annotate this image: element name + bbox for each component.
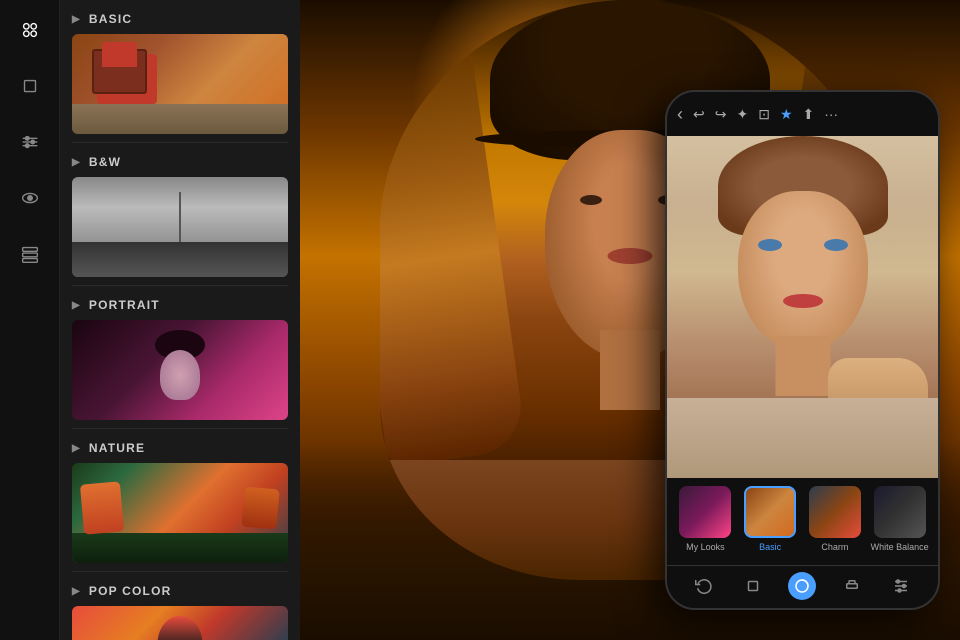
phone-adjust2-icon[interactable] (887, 572, 915, 600)
phone-preset-label-charm: Charm (821, 542, 848, 552)
phone-filter-icon[interactable] (788, 572, 816, 600)
phone-presets-row: My Looks Basic Charm White Balance (667, 478, 938, 565)
preset-nature-thumbnail[interactable] (72, 463, 288, 563)
phone-preset-thumb-wb (874, 486, 926, 538)
category-nature-header[interactable]: ▶ NATURE (72, 429, 288, 463)
phone-preset-thumb-charm (809, 486, 861, 538)
category-bw-label: B&W (89, 155, 121, 169)
category-popcolor-label: POP COLOR (89, 584, 172, 598)
phone-crop-icon[interactable] (739, 572, 767, 600)
neck (600, 330, 660, 410)
phone-preset-thumb-my-looks (679, 486, 731, 538)
phone-lips (783, 294, 823, 308)
preset-popcolor-thumbnail[interactable] (72, 606, 288, 640)
chevron-basic: ▶ (72, 14, 81, 25)
phone-photo-display (667, 136, 938, 478)
phone-face (738, 191, 868, 351)
left-sidebar (0, 0, 60, 640)
phone-preset-basic[interactable]: Basic (738, 486, 803, 561)
preset-bw-thumbnail[interactable] (72, 177, 288, 277)
phone-preset-label-basic: Basic (759, 542, 781, 552)
category-portrait-label: PORTRAIT (89, 298, 160, 312)
main-photo-area: ‹ ↩ ↪ ✦ ⊡ ★ ⬆ ··· (300, 0, 960, 640)
category-popcolor-header[interactable]: ▶ POP COLOR (72, 572, 288, 606)
chevron-popcolor: ▶ (72, 586, 81, 597)
phone-more-icon[interactable]: ··· (824, 106, 838, 122)
phone-preset-label-my-looks: My Looks (686, 542, 725, 552)
phone-neck (775, 336, 830, 396)
category-basic-label: BASIC (89, 12, 132, 26)
chevron-nature: ▶ (72, 443, 81, 454)
category-popcolor: ▶ POP COLOR (60, 572, 300, 640)
phone-preset-my-looks[interactable]: My Looks (673, 486, 738, 561)
adjust-icon[interactable] (12, 124, 48, 160)
phone-undo-icon[interactable]: ↩ (693, 106, 705, 123)
phone-preset-label-wb: White Balance (871, 542, 929, 552)
modules-icon[interactable] (12, 12, 48, 48)
phone-preset-charm[interactable]: Charm (803, 486, 868, 561)
category-portrait-header[interactable]: ▶ PORTRAIT (72, 286, 288, 320)
phone-redo-icon[interactable]: ↪ (715, 106, 727, 123)
phone-compare-icon[interactable]: ⊡ (758, 106, 770, 123)
phone-layers2-icon[interactable] (838, 572, 866, 600)
preset-portrait-thumbnail[interactable] (72, 320, 288, 420)
preset-basic-thumbnail[interactable] (72, 34, 288, 134)
layers-icon[interactable] (12, 236, 48, 272)
phone-star-icon[interactable]: ★ (780, 106, 793, 123)
eye-icon[interactable] (12, 180, 48, 216)
phone-topbar: ‹ ↩ ↪ ✦ ⊡ ★ ⬆ ··· (667, 92, 938, 136)
category-nature-label: NATURE (89, 441, 145, 455)
phone-share-icon[interactable]: ⬆ (803, 106, 815, 123)
phone-bottom-icons-row (667, 565, 938, 608)
phone-preset-thumb-basic (744, 486, 796, 538)
category-portrait: ▶ PORTRAIT (60, 286, 300, 420)
phone-rotate-icon[interactable] (690, 572, 718, 600)
category-basic: ▶ BASIC (60, 0, 300, 134)
crop-icon[interactable] (12, 68, 48, 104)
category-bw: ▶ B&W (60, 143, 300, 277)
phone-clothing (667, 398, 938, 478)
phone-preset-white-balance[interactable]: White Balance (867, 486, 932, 561)
lips (608, 248, 653, 264)
phone-bottombar: My Looks Basic Charm White Balance (667, 478, 938, 608)
chevron-portrait: ▶ (72, 300, 81, 311)
phone-back-icon[interactable]: ‹ (677, 104, 683, 125)
category-nature: ▶ NATURE (60, 429, 300, 563)
phone-eyes (758, 239, 848, 251)
chevron-bw: ▶ (72, 157, 81, 168)
preset-panel: ▶ BASIC ▶ B&W ▶ PORTRAIT (60, 0, 300, 640)
category-bw-header[interactable]: ▶ B&W (72, 143, 288, 177)
phone-magic-icon[interactable]: ✦ (736, 106, 748, 123)
phone-device: ‹ ↩ ↪ ✦ ⊡ ★ ⬆ ··· (665, 90, 940, 610)
category-basic-header[interactable]: ▶ BASIC (72, 0, 288, 34)
